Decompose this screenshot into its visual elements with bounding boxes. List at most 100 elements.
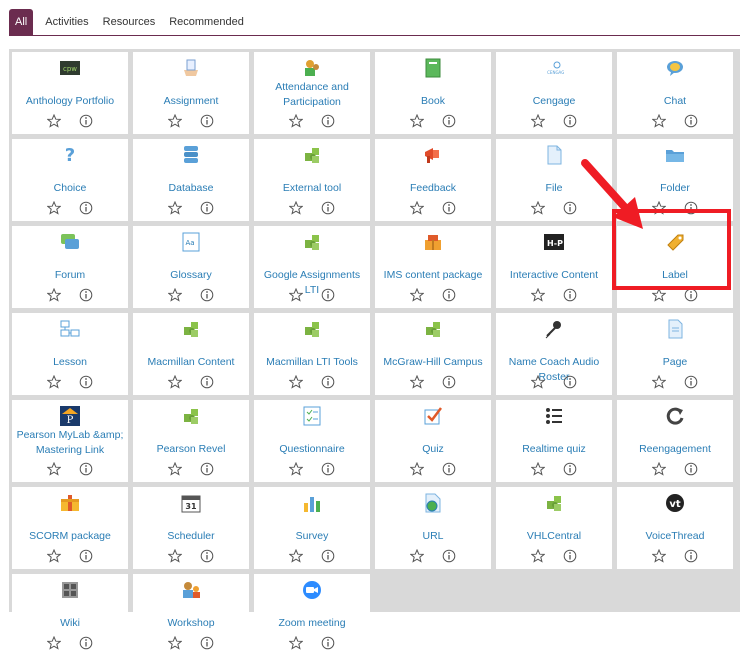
info-icon[interactable] [563,114,577,128]
activity-tile[interactable]: Wiki [12,574,128,656]
star-icon[interactable] [168,201,182,215]
activity-label[interactable]: External tool [256,181,368,196]
star-icon[interactable] [531,201,545,215]
activity-label[interactable]: VoiceThread [619,529,731,544]
activity-tile[interactable]: Book [375,52,491,134]
activity-tile[interactable]: Aa Glossary [133,226,249,308]
activity-tile[interactable]: Reengagement [617,400,733,482]
star-icon[interactable] [410,549,424,563]
activity-tile[interactable]: Lesson [12,313,128,395]
activity-label[interactable]: Cengage [498,94,610,109]
activity-tile[interactable]: ? Choice [12,139,128,221]
activity-tile[interactable]: External tool [254,139,370,221]
activity-tile[interactable]: Folder [617,139,733,221]
info-icon[interactable] [200,462,214,476]
activity-tile[interactable]: Macmillan Content [133,313,249,395]
activity-tile[interactable]: SCORM package [12,487,128,569]
activity-label[interactable]: Wiki [14,616,126,631]
info-icon[interactable] [684,114,698,128]
activity-tile[interactable]: CENGAGE Cengage [496,52,612,134]
star-icon[interactable] [652,288,666,302]
star-icon[interactable] [168,636,182,650]
activity-label[interactable]: Pearson MyLab &amp; Mastering Link [14,428,126,458]
activity-label[interactable]: Interactive Content [498,268,610,283]
star-icon[interactable] [168,549,182,563]
activity-tile[interactable]: Questionnaire [254,400,370,482]
activity-label[interactable]: Attendance and Participation [256,80,368,110]
activity-tile[interactable]: cpw Anthology Portfolio [12,52,128,134]
activity-label[interactable]: Survey [256,529,368,544]
star-icon[interactable] [289,114,303,128]
star-icon[interactable] [410,114,424,128]
tab-all[interactable]: All [9,9,34,35]
activity-tile[interactable]: IMS content package [375,226,491,308]
activity-tile[interactable]: Macmillan LTI Tools [254,313,370,395]
info-icon[interactable] [442,549,456,563]
activity-label[interactable]: IMS content package [377,268,489,283]
info-icon[interactable] [200,288,214,302]
activity-tile[interactable]: Survey [254,487,370,569]
activity-label[interactable]: Questionnaire [256,442,368,457]
star-icon[interactable] [410,201,424,215]
star-icon[interactable] [168,375,182,389]
star-icon[interactable] [289,375,303,389]
activity-tile[interactable]: Database [133,139,249,221]
activity-label[interactable]: Pearson Revel [135,442,247,457]
activity-label[interactable]: Reengagement [619,442,731,457]
activity-label[interactable]: Quiz [377,442,489,457]
star-icon[interactable] [47,636,61,650]
activity-label[interactable]: Glossary [135,268,247,283]
activity-tile[interactable]: P Pearson MyLab &amp; Mastering Link [12,400,128,482]
star-icon[interactable] [47,288,61,302]
info-icon[interactable] [442,462,456,476]
info-icon[interactable] [200,201,214,215]
star-icon[interactable] [289,636,303,650]
star-icon[interactable] [47,549,61,563]
info-icon[interactable] [200,375,214,389]
info-icon[interactable] [442,201,456,215]
activity-tile[interactable]: Page [617,313,733,395]
activity-tile[interactable]: Workshop [133,574,249,656]
info-icon[interactable] [563,288,577,302]
activity-tile[interactable]: Quiz [375,400,491,482]
star-icon[interactable] [531,549,545,563]
info-icon[interactable] [79,375,93,389]
star-icon[interactable] [531,114,545,128]
activity-label[interactable]: Database [135,181,247,196]
activity-label[interactable]: Anthology Portfolio [14,94,126,109]
info-icon[interactable] [200,549,214,563]
star-icon[interactable] [47,201,61,215]
activity-label[interactable]: Folder [619,181,731,196]
info-icon[interactable] [79,201,93,215]
info-icon[interactable] [684,288,698,302]
star-icon[interactable] [531,375,545,389]
info-icon[interactable] [684,462,698,476]
info-icon[interactable] [321,201,335,215]
info-icon[interactable] [200,636,214,650]
star-icon[interactable] [47,462,61,476]
info-icon[interactable] [563,375,577,389]
star-icon[interactable] [47,114,61,128]
star-icon[interactable] [289,288,303,302]
activity-label[interactable]: Realtime quiz [498,442,610,457]
info-icon[interactable] [442,114,456,128]
tab-activities[interactable]: Activities [45,9,88,35]
activity-label[interactable]: VHLCentral [498,529,610,544]
star-icon[interactable] [168,114,182,128]
activity-tile[interactable]: Google Assignments LTI [254,226,370,308]
activity-label[interactable]: Feedback [377,181,489,196]
activity-label[interactable]: Book [377,94,489,109]
star-icon[interactable] [531,288,545,302]
activity-label[interactable]: Assignment [135,94,247,109]
info-icon[interactable] [563,201,577,215]
star-icon[interactable] [531,462,545,476]
activity-label[interactable]: URL [377,529,489,544]
activity-label[interactable]: Macmillan LTI Tools [256,355,368,370]
info-icon[interactable] [563,462,577,476]
activity-label[interactable]: Zoom meeting [256,616,368,631]
activity-label[interactable]: Forum [14,268,126,283]
activity-label[interactable]: SCORM package [14,529,126,544]
star-icon[interactable] [289,462,303,476]
activity-tile[interactable]: Attendance and Participation [254,52,370,134]
activity-tile[interactable]: Chat [617,52,733,134]
